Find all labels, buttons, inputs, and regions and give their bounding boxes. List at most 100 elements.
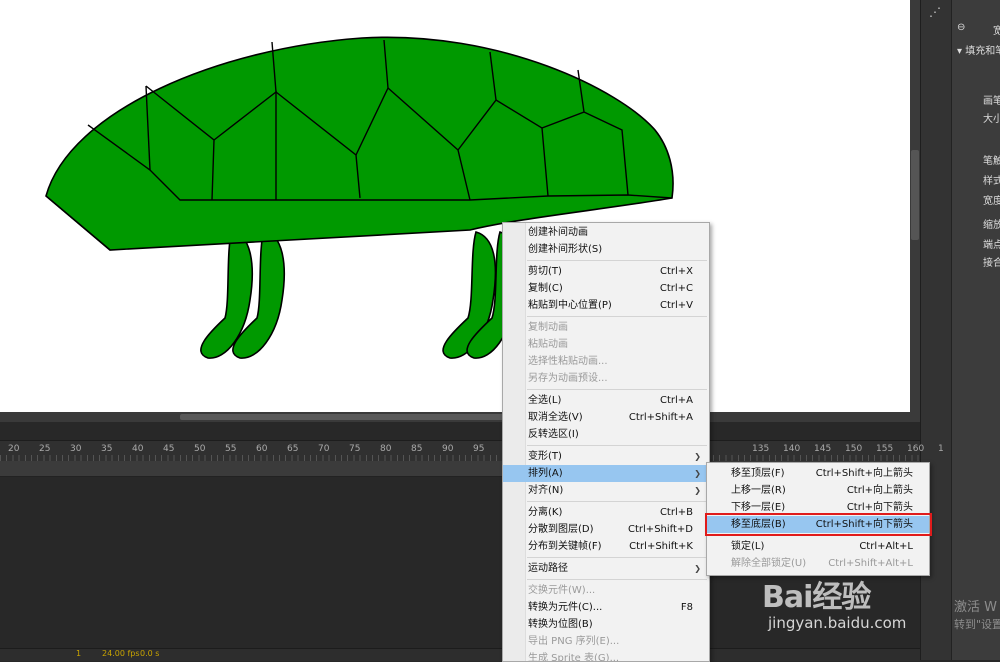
- current-frame: 1: [76, 649, 82, 658]
- baidu-jingyan-watermark: Bai经验 jingyan.baidu.com: [762, 572, 906, 632]
- join-label: 接合: [983, 258, 1000, 269]
- menu-item[interactable]: 转换为元件(C)... F8: [503, 599, 709, 616]
- style-label: 样式: [983, 176, 1000, 187]
- menu-item[interactable]: 分布到关键帧(F) Ctrl+Shift+K: [503, 538, 709, 555]
- fill-stroke-section[interactable]: ▾ 填充和笔: [957, 42, 1000, 57]
- ruler-tick-label: 50: [194, 444, 206, 454]
- menu-separator: [527, 316, 707, 317]
- menu-item[interactable]: 创建补间形状(S): [503, 241, 709, 258]
- menu-item[interactable]: 剪切(T) Ctrl+X: [503, 263, 709, 280]
- menu-item-shortcut: Ctrl+B: [659, 507, 693, 518]
- ruler-tick-label: 80: [380, 444, 392, 454]
- menu-item-label: 对齐(N): [528, 485, 564, 496]
- ruler-tick-label: 135: [752, 444, 770, 454]
- menu-item[interactable]: 全选(L) Ctrl+A: [503, 392, 709, 409]
- size-label: 大小: [983, 114, 1000, 125]
- menu-separator: [527, 389, 707, 390]
- ruler-tick-label: 20: [8, 444, 20, 454]
- menu-item-shortcut: Ctrl+A: [659, 395, 693, 406]
- turtle-shell: [45, 36, 674, 251]
- menu-item[interactable]: 复制(C) Ctrl+C: [503, 280, 709, 297]
- scroll-thumb[interactable]: [911, 150, 919, 240]
- menu-separator: [527, 260, 707, 261]
- menu-item[interactable]: 分离(K) Ctrl+B: [503, 504, 709, 521]
- stage-horizontal-scrollbar[interactable]: [0, 412, 920, 422]
- watermark-logo: Bai经验: [762, 580, 871, 615]
- watermark-url: jingyan.baidu.com: [768, 614, 907, 632]
- menu-item[interactable]: 转换为位图(B): [503, 616, 709, 633]
- menu-item: 导出 PNG 序列(E)...: [503, 633, 709, 650]
- menu-item-shortcut: Ctrl+V: [659, 300, 693, 311]
- ruler-tick-label: 30: [70, 444, 82, 454]
- ruler-tick-label: 55: [225, 444, 237, 454]
- ruler-tick-label: 75: [349, 444, 361, 454]
- menu-item-label: 交换元件(W)...: [528, 585, 596, 596]
- ruler-tick-label: 155: [876, 444, 894, 454]
- menu-item-label: 取消全选(V): [528, 412, 583, 423]
- ruler-tick-label: 45: [163, 444, 175, 454]
- menu-item-shortcut: Ctrl+Shift+A: [628, 412, 693, 423]
- menu-item[interactable]: 对齐(N) ❯: [503, 482, 709, 499]
- menu-item: 选择性粘贴动画...: [503, 353, 709, 370]
- menu-item[interactable]: 取消全选(V) Ctrl+Shift+A: [503, 409, 709, 426]
- menu-item-label: 分布到关键帧(F): [528, 541, 602, 552]
- submenu-arrow-icon: ❯: [694, 469, 701, 478]
- menu-item-label: 转换为元件(C)...: [528, 602, 603, 613]
- menu-item-label: 复制(C): [528, 283, 563, 294]
- stage-canvas[interactable]: [0, 0, 910, 412]
- submenu-arrow-icon: ❯: [694, 486, 701, 495]
- timeline-ruler[interactable]: 20 25 30 35 40 45 50 55 60 65 70 75 80 85 90 95 135 140 14…: [0, 440, 944, 462]
- menu-item-label: 粘贴动画: [528, 339, 568, 350]
- menu-item[interactable]: 上移一层(R) Ctrl+向上箭头: [707, 482, 929, 499]
- menu-item[interactable]: 移至顶层(F) Ctrl+Shift+向上箭头: [707, 465, 929, 482]
- menu-item-label: 创建补间动画: [528, 227, 588, 238]
- ruler-tick-label: 25: [39, 444, 51, 454]
- link-icon[interactable]: ⊖: [957, 22, 965, 33]
- menu-item[interactable]: 变形(T) ❯: [503, 448, 709, 465]
- ruler-tick-label: 85: [411, 444, 423, 454]
- menu-item[interactable]: 反转选区(I): [503, 426, 709, 443]
- menu-item-shortcut: F8: [680, 602, 693, 613]
- menu-item: 交换元件(W)...: [503, 582, 709, 599]
- menu-item: 复制动画: [503, 319, 709, 336]
- menu-item-label: 导出 PNG 序列(E)...: [528, 636, 620, 647]
- menu-item[interactable]: 运动路径 ❯: [503, 560, 709, 577]
- ruler-tick-label: 60: [256, 444, 268, 454]
- turtle-drawing: [45, 36, 674, 359]
- ruler-tick-label: 40: [132, 444, 144, 454]
- menu-separator: [527, 579, 707, 580]
- stage-vertical-scrollbar[interactable]: [910, 0, 920, 420]
- menu-item-shortcut: Ctrl+C: [659, 283, 693, 294]
- elapsed-time: 0.0 s: [140, 649, 160, 658]
- menu-item-label: 分散到图层(D): [528, 524, 594, 535]
- activate-windows-line1: 激活 W: [954, 600, 997, 615]
- ruler-tick-label: 145: [814, 444, 832, 454]
- menu-item-shortcut: Ctrl+向上箭头: [846, 485, 913, 496]
- menu-item[interactable]: 创建补间动画: [503, 224, 709, 241]
- menu-item[interactable]: 分散到图层(D) Ctrl+Shift+D: [503, 521, 709, 538]
- paint-bucket-icon[interactable]: ⋰: [929, 5, 941, 19]
- menu-separator: [527, 445, 707, 446]
- menu-item: 粘贴动画: [503, 336, 709, 353]
- menu-item[interactable]: 粘贴到中心位置(P) Ctrl+V: [503, 297, 709, 314]
- menu-item-shortcut: Ctrl+Shift+D: [628, 524, 693, 535]
- highlight-callout: [705, 513, 932, 536]
- ruler-tick-label: 150: [845, 444, 863, 454]
- menu-item[interactable]: 排列(A) ❯: [503, 465, 709, 482]
- menu-item-shortcut: Ctrl+Shift+向上箭头: [815, 468, 913, 479]
- menu-item-shortcut: Ctrl+X: [659, 266, 693, 277]
- menu-item: 生成 Sprite 表(G)...: [503, 650, 709, 661]
- ruler-tick-label: 1: [938, 444, 944, 454]
- menu-item-label: 复制动画: [528, 322, 568, 333]
- menu-item[interactable]: 锁定(L) Ctrl+Alt+L: [707, 538, 929, 555]
- scale-label: 缩放: [983, 220, 1000, 231]
- menu-item-label: 锁定(L): [731, 541, 765, 552]
- menu-item: 另存为动画预设...: [503, 370, 709, 387]
- menu-item: 解除全部锁定(U) Ctrl+Shift+Alt+L: [707, 555, 929, 572]
- frame-rate[interactable]: 24.00 fps: [102, 649, 140, 658]
- menu-item-label: 转换为位图(B): [528, 619, 593, 630]
- ruler-tick-label: 65: [287, 444, 299, 454]
- menu-item-label: 分离(K): [528, 507, 563, 518]
- menu-item-label: 创建补间形状(S): [528, 244, 603, 255]
- activate-windows-line2: 转到"设置: [954, 618, 1000, 631]
